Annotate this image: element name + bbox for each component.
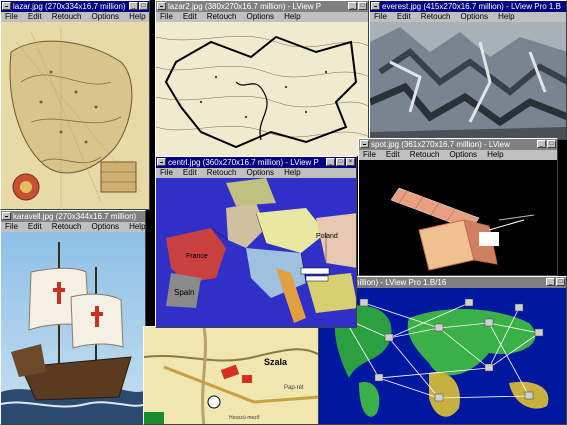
window-lazar-titlebar[interactable]: lazar.jpg (270x334x16.7 million) _ □	[1, 1, 149, 12]
maximize-button[interactable]: □	[556, 278, 565, 286]
menu-help[interactable]: Help	[487, 150, 503, 160]
system-menu-icon[interactable]	[360, 140, 369, 148]
system-menu-icon[interactable]	[2, 2, 11, 10]
window-centrl-titlebar[interactable]: centrl.jpg (360x270x16.7 million) - LVie…	[156, 157, 356, 168]
window-village-map[interactable]: Szala Pap-rét Hosszú-mező	[143, 326, 319, 425]
menu-bar: File Edit Retouch Options Help	[1, 222, 145, 232]
menu-file[interactable]: File	[5, 222, 18, 232]
menu-edit[interactable]: Edit	[28, 12, 42, 22]
menu-edit[interactable]: Edit	[28, 222, 42, 232]
window-title: spot.jpg (361x270x16.7 million) - LView	[371, 140, 510, 149]
menu-bar: File Edit Retouch Options Help	[1, 12, 149, 22]
window-title: lazar.jpg (270x334x16.7 million)	[13, 2, 126, 11]
image-europe-map: Spain France Poland	[156, 178, 356, 327]
menu-retouch[interactable]: Retouch	[421, 12, 451, 22]
window-karavell-titlebar[interactable]: karavell.jpg (270x344x16.7 million)	[1, 211, 145, 222]
maximize-button[interactable]: □	[547, 140, 556, 148]
menu-help[interactable]: Help	[284, 12, 300, 22]
image-village-map: Szala Pap-rét Hosszú-mező	[144, 327, 318, 424]
village-label-street: Hosszú-mező	[229, 415, 260, 421]
menu-edit[interactable]: Edit	[386, 150, 400, 160]
window-title: lazar2.jpg (380x270x16.7 million) - LVie…	[168, 2, 322, 11]
minimize-button[interactable]: _	[348, 2, 357, 10]
maximize-button[interactable]: □	[358, 2, 367, 10]
menu-file[interactable]: File	[160, 168, 173, 178]
maximize-button[interactable]: □	[139, 2, 148, 10]
menu-file[interactable]: File	[374, 12, 387, 22]
menu-file[interactable]: File	[160, 12, 173, 22]
window-title: karavell.jpg (270x344x16.7 million)	[13, 212, 137, 221]
menu-options[interactable]: Options	[91, 222, 119, 232]
system-menu-icon[interactable]	[371, 2, 380, 10]
minimize-button[interactable]: _	[546, 278, 555, 286]
window-title: centrl.jpg (360x270x16.7 million) - LVie…	[168, 158, 319, 167]
menu-edit[interactable]: Edit	[183, 168, 197, 178]
window-lazar[interactable]: lazar.jpg (270x334x16.7 million) _ □ Fil…	[0, 0, 150, 210]
system-menu-icon[interactable]	[157, 158, 166, 166]
window-spot-titlebar[interactable]: spot.jpg (361x270x16.7 million) - LView …	[359, 139, 557, 150]
village-label-town: Szala	[264, 357, 288, 367]
menu-edit[interactable]: Edit	[183, 12, 197, 22]
window-lazar2-titlebar[interactable]: lazar2.jpg (380x270x16.7 million) - LVie…	[156, 1, 368, 12]
window-everest[interactable]: everest.jpg (415x270x16.7 million) - LVi…	[369, 0, 567, 140]
menu-help[interactable]: Help	[129, 222, 145, 232]
menu-options[interactable]: Options	[449, 150, 477, 160]
window-karavell[interactable]: karavell.jpg (270x344x16.7 million) File…	[0, 210, 146, 425]
map-label-france: France	[186, 253, 208, 260]
minimize-button[interactable]: _	[537, 140, 546, 148]
menu-help[interactable]: Help	[498, 12, 514, 22]
image-everest-terrain	[370, 22, 566, 139]
image-spot-satellite	[359, 160, 557, 275]
menu-options[interactable]: Options	[246, 12, 274, 22]
window-everest-titlebar[interactable]: everest.jpg (415x270x16.7 million) - LVi…	[370, 1, 566, 12]
menu-bar: File Edit Retouch Options Help	[156, 12, 368, 22]
map-label-spain: Spain	[174, 288, 194, 297]
menu-bar: File Edit Retouch Options Help	[370, 12, 566, 22]
menu-bar: File Edit Retouch Options Help	[359, 150, 557, 160]
close-button[interactable]: ×	[346, 158, 355, 166]
menu-edit[interactable]: Edit	[397, 12, 411, 22]
window-centrl[interactable]: centrl.jpg (360x270x16.7 million) - LVie…	[155, 156, 357, 328]
menu-retouch[interactable]: Retouch	[207, 12, 237, 22]
system-menu-icon[interactable]	[2, 212, 11, 220]
maximize-button[interactable]: □	[336, 158, 345, 166]
image-caravel-ship	[1, 232, 145, 424]
window-spot[interactable]: spot.jpg (361x270x16.7 million) - LView …	[358, 138, 558, 276]
minimize-button[interactable]: _	[129, 2, 138, 10]
menu-help[interactable]: Help	[129, 12, 145, 22]
menu-file[interactable]: File	[5, 12, 18, 22]
menu-help[interactable]: Help	[284, 168, 300, 178]
menu-retouch[interactable]: Retouch	[410, 150, 440, 160]
menu-retouch[interactable]: Retouch	[207, 168, 237, 178]
menu-retouch[interactable]: Retouch	[52, 222, 82, 232]
map-label-poland: Poland	[316, 233, 338, 240]
image-hungary-old-map	[156, 22, 368, 156]
window-lazar2[interactable]: lazar2.jpg (380x270x16.7 million) - LVie…	[155, 0, 369, 157]
menu-file[interactable]: File	[363, 150, 376, 160]
menu-bar: File Edit Retouch Options Help	[156, 168, 356, 178]
menu-retouch[interactable]: Retouch	[52, 12, 82, 22]
village-label-road: Pap-rét	[284, 385, 304, 391]
menu-options[interactable]: Options	[91, 12, 119, 22]
menu-options[interactable]: Options	[460, 12, 488, 22]
minimize-button[interactable]: _	[326, 158, 335, 166]
menu-options[interactable]: Options	[246, 168, 274, 178]
window-title: everest.jpg (415x270x16.7 million) - LVi…	[382, 2, 561, 11]
system-menu-icon[interactable]	[157, 2, 166, 10]
image-lazar-map	[1, 22, 149, 209]
